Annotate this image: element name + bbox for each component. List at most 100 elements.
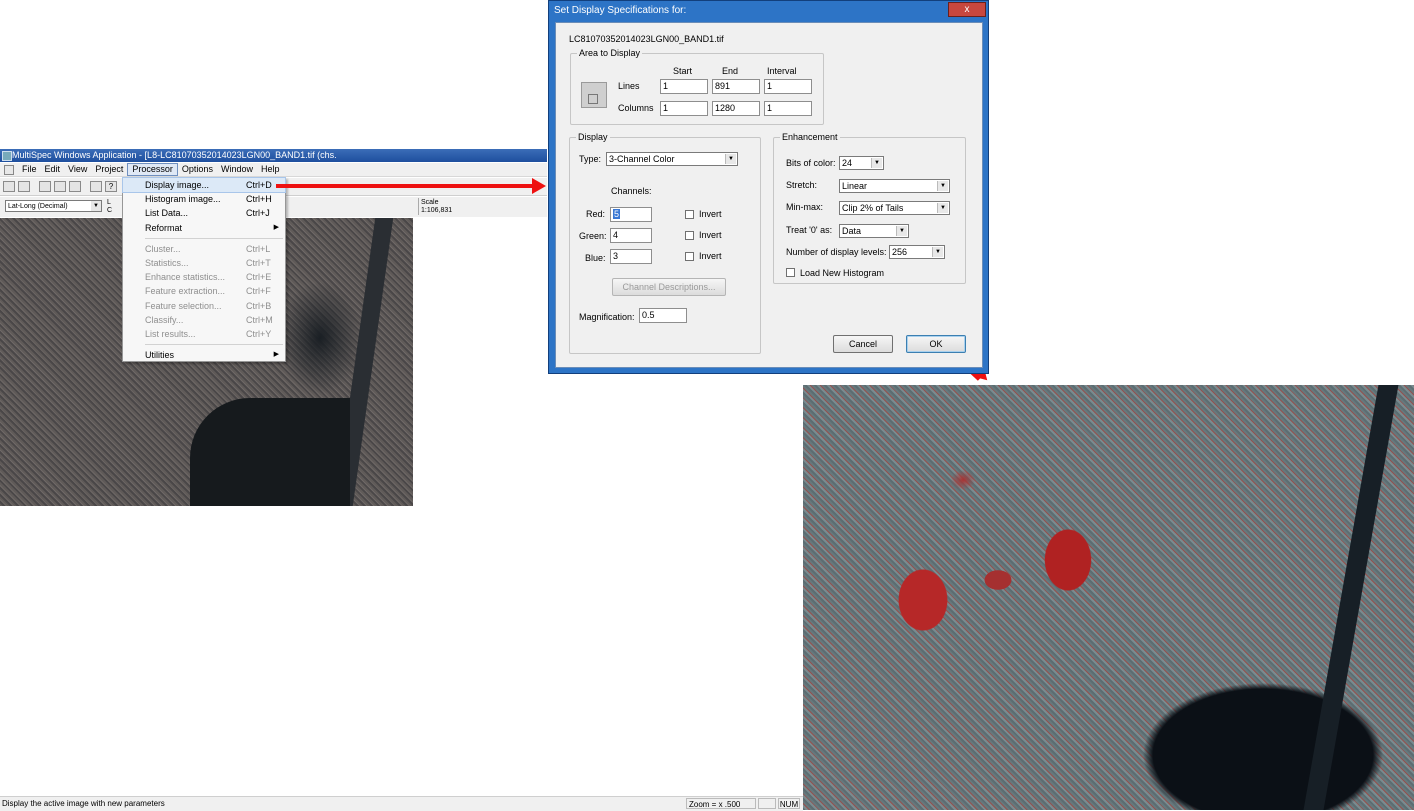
channels-label: Channels: [611,186,652,196]
menu-window[interactable]: Window [217,164,257,175]
lines-start-field[interactable]: 1 [660,79,708,94]
cancel-button[interactable]: Cancel [833,335,893,353]
shortcut: Ctrl+B [246,300,272,311]
menu-item-label: Statistics... [145,257,189,268]
dialog-title: Set Display Specifications for: [554,5,687,16]
dialog-filename: LC81070352014023LGN00_BAND1.tif [569,34,724,44]
enhancement-group: Enhancement Bits of color: 24 ▼ Stretch:… [773,132,966,284]
blue-invert-checkbox[interactable] [685,252,694,261]
chevron-down-icon[interactable]: ▼ [896,226,907,236]
divider [418,198,419,215]
chevron-down-icon[interactable]: ▼ [937,181,948,191]
menu-item-utilities[interactable]: Utilities ▶ [123,348,285,362]
chevron-down-icon[interactable]: ▼ [725,154,736,164]
menu-help[interactable]: Help [257,164,284,175]
menu-item-display-image[interactable]: Display image... Ctrl+D [122,176,286,194]
menu-file[interactable]: File [18,164,41,175]
menu-project[interactable]: Project [91,164,127,175]
menu-item-label: Enhance statistics... [145,272,226,283]
menu-item-label: Display image... [145,180,210,190]
bits-of-color-value: 24 [842,158,853,168]
group-label: Enhancement [780,132,840,142]
treat-zero-label: Treat '0' as: [786,225,833,235]
magnification-field[interactable]: 0.5 [639,308,687,323]
menu-options[interactable]: Options [178,164,217,175]
column-label: C [107,207,113,214]
treat-zero-select[interactable]: Data ▼ [839,224,909,238]
menu-item-histogram-image[interactable]: Histogram image... Ctrl+H [123,192,285,206]
stretch-label: Stretch: [786,180,818,190]
columns-start-field[interactable]: 1 [660,101,708,116]
document-icon[interactable] [4,164,14,175]
status-bar: Display the active image with new parame… [0,796,803,811]
load-histogram-checkbox[interactable] [786,268,795,277]
display-type-select[interactable]: 3-Channel Color ▼ [606,152,738,166]
menu-item-label: Cluster... [145,243,181,254]
shortcut: Ctrl+L [246,243,271,254]
red-channel-field[interactable]: 5 [610,207,652,222]
type-label: Type: [579,154,602,164]
satellite-image-false-color[interactable] [803,385,1414,810]
menu-edit[interactable]: Edit [41,164,65,175]
menu-view[interactable]: View [64,164,91,175]
menu-item-cluster: Cluster... Ctrl+L [123,242,285,256]
blue-label: Blue: [585,253,606,263]
invert-label: Invert [699,251,722,261]
columns-interval-field[interactable]: 1 [764,101,812,116]
title-bar-extension [352,149,547,162]
columns-end-field[interactable]: 1280 [712,101,760,116]
green-invert-checkbox[interactable] [685,231,694,240]
bits-of-color-select[interactable]: 24 ▼ [839,156,884,170]
line-label: L [107,199,111,206]
save-icon[interactable] [18,181,30,192]
area-select-icon[interactable] [581,82,607,108]
blue-channel-field[interactable]: 3 [610,249,652,264]
lines-interval-field[interactable]: 1 [764,79,812,94]
red-label: Red: [586,209,606,219]
shortcut: Ctrl+F [246,286,271,297]
annotation-arrow-head [532,178,546,194]
open-icon[interactable] [3,181,15,192]
display-levels-label: Number of display levels: [786,247,887,257]
menu-item-classify: Classify... Ctrl+M [123,313,285,327]
scale-value: 1:106,831 [421,207,453,214]
chevron-down-icon[interactable]: ▼ [871,158,882,168]
chevron-down-icon[interactable]: ▼ [932,247,943,257]
stretch-select[interactable]: Linear ▼ [839,179,950,193]
coordinate-units-select[interactable]: Lat-Long (Decimal) ▼ [5,200,102,212]
group-label: Area to Display [577,48,643,58]
cut-icon[interactable] [39,181,51,192]
red-channel-value: 5 [613,209,621,219]
menu-item-reformat[interactable]: Reformat ▶ [123,221,285,235]
bay-feature [190,398,350,506]
paste-icon[interactable] [69,181,81,192]
red-invert-checkbox[interactable] [685,210,694,219]
lines-label: Lines [618,81,640,91]
display-specifications-dialog: Set Display Specifications for: x LC8107… [548,0,989,374]
menu-processor[interactable]: Processor [127,163,178,176]
shortcut: Ctrl+D [246,180,272,190]
start-header: Start [673,66,693,76]
ok-button[interactable]: OK [906,335,966,353]
menu-item-list-data[interactable]: List Data... Ctrl+J [123,206,285,220]
treat-zero-value: Data [842,226,862,236]
lines-end-field[interactable]: 891 [712,79,760,94]
display-levels-select[interactable]: 256 ▼ [889,245,945,259]
menu-item-label: Feature extraction... [145,286,226,297]
min-max-select[interactable]: Clip 2% of Tails ▼ [839,201,950,215]
app-icon [2,151,12,161]
stretch-value: Linear [842,181,868,191]
green-channel-field[interactable]: 4 [610,228,652,243]
menu-item-statistics: Statistics... Ctrl+T [123,256,285,270]
help-icon[interactable]: ? [105,181,117,192]
close-button[interactable]: x [948,2,986,17]
print-icon[interactable] [90,181,102,192]
group-label: Display [576,132,610,142]
chevron-down-icon[interactable]: ▼ [91,201,101,211]
area-to-display-group: Area to Display Start End Interval Lines… [570,48,824,125]
copy-icon[interactable] [54,181,66,192]
coordinate-units-value: Lat-Long (Decimal) [8,203,68,210]
chevron-down-icon[interactable]: ▼ [937,203,948,213]
processor-menu: Display image... Ctrl+D Histogram image..… [122,176,286,362]
num-lock-indicator: NUM [778,798,800,809]
